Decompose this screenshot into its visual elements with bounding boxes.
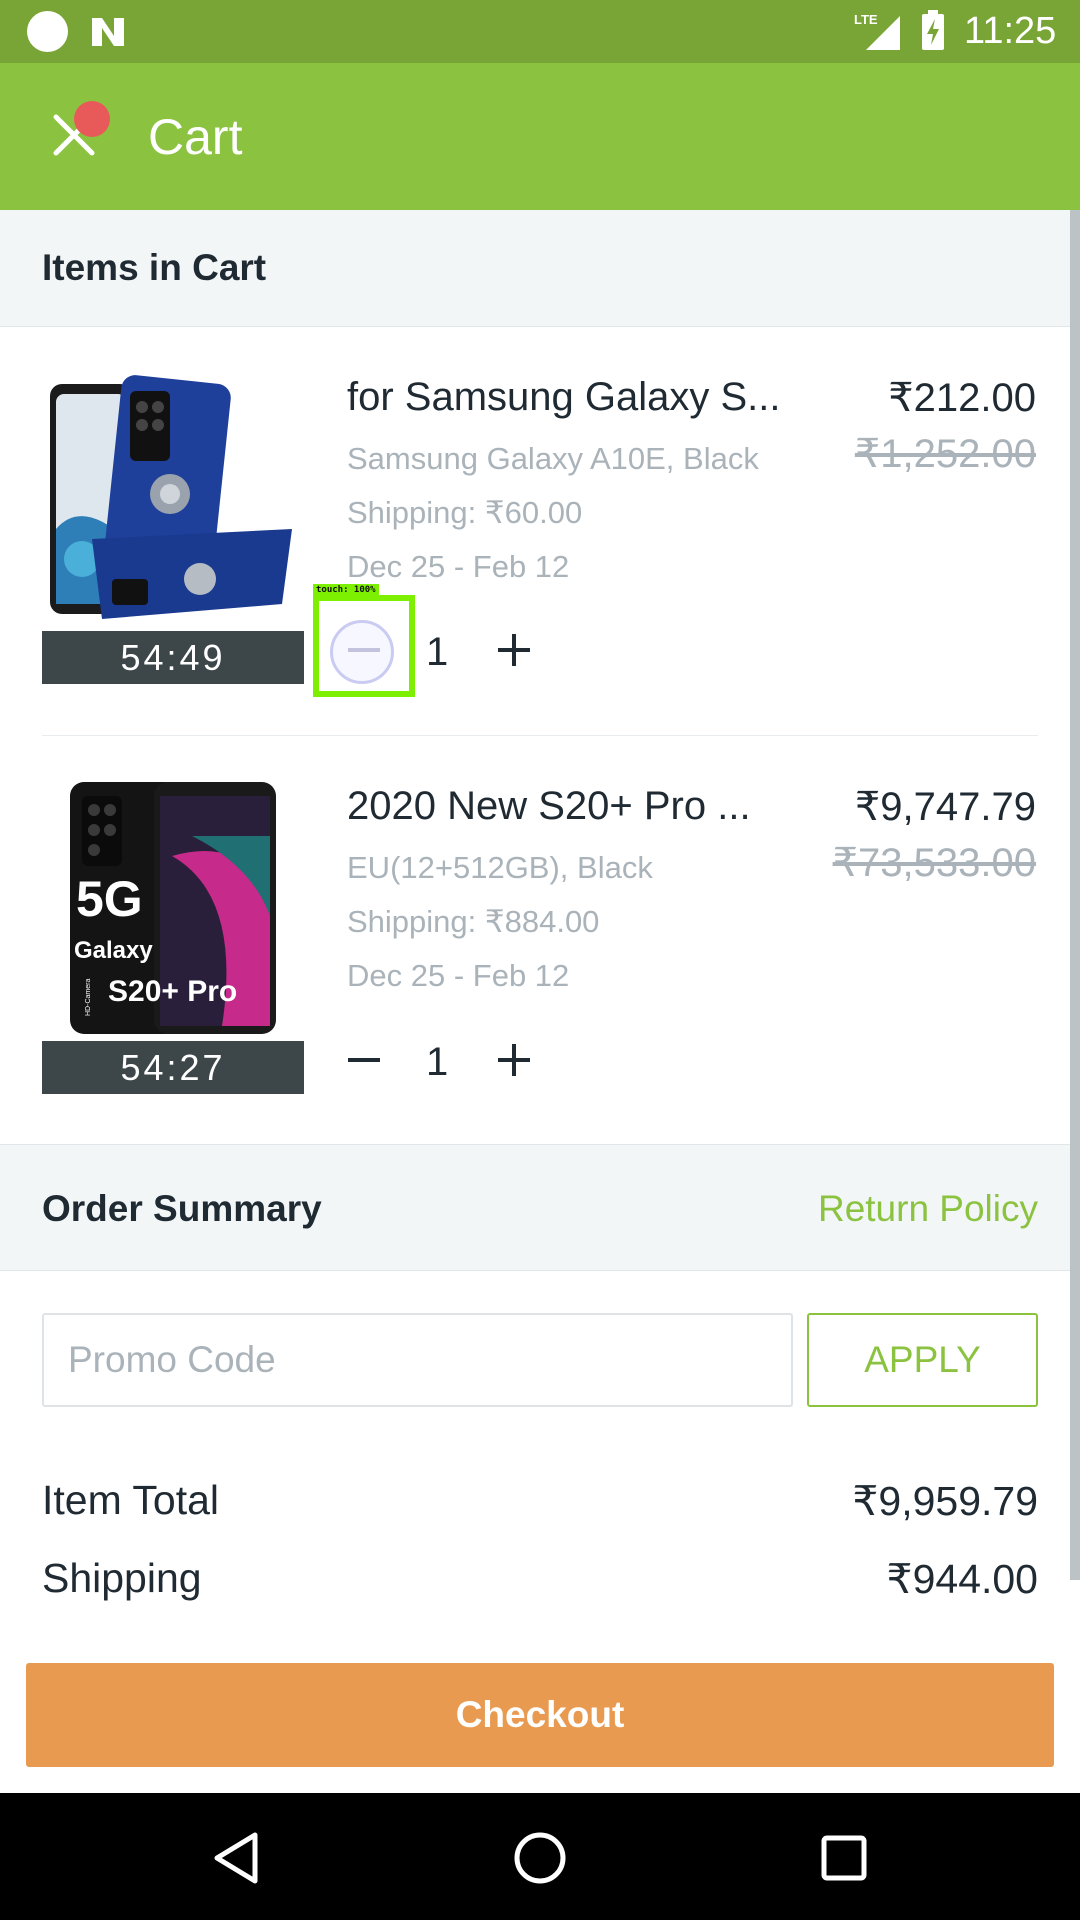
image-text-camera: HD-Camera	[85, 979, 92, 1016]
order-summary-title: Order Summary	[42, 1188, 322, 1229]
navigation-bar	[0, 1793, 1080, 1920]
shipping-total-row: Shipping ₹944.00	[42, 1555, 1038, 1609]
shipping-total-value: ₹944.00	[886, 1556, 1039, 1602]
delivery-dates: Dec 25 - Feb 12	[347, 549, 570, 584]
return-policy-link[interactable]: Return Policy	[818, 1188, 1038, 1230]
product-name[interactable]: for Samsung Galaxy S...	[347, 375, 781, 420]
product-variant: EU(12+512GB), Black	[347, 850, 653, 885]
order-summary-header: Order Summary Return Policy	[0, 1144, 1080, 1271]
apply-promo-button[interactable]: APPLY	[807, 1313, 1038, 1407]
product-shipping: Shipping: ₹884.00	[347, 904, 600, 939]
product-variant: Samsung Galaxy A10E, Black	[347, 441, 759, 476]
n-notification-icon	[92, 18, 124, 46]
product-original-price: ₹73,533.00	[832, 841, 1036, 885]
notification-dot-icon	[27, 11, 68, 52]
product-shipping: Shipping: ₹60.00	[347, 495, 583, 530]
product-image-phone-case[interactable]	[42, 369, 304, 629]
touch-indicator-label: touch: 100%	[313, 584, 379, 596]
product-original-price: ₹1,252.00	[854, 432, 1036, 476]
lte-signal-icon: LTE	[854, 12, 900, 50]
checkout-button[interactable]: Checkout	[26, 1663, 1054, 1767]
deal-timer: 54:49	[42, 631, 304, 684]
product-image-phone[interactable]: 5G Galaxy S20+ Pro HD-Camera	[42, 776, 304, 1036]
deal-timer: 54:27	[42, 1041, 304, 1094]
scrollbar[interactable]	[1070, 210, 1080, 1580]
product-name[interactable]: 2020 New S20+ Pro ...	[347, 784, 751, 829]
quantity-decrease-button[interactable]	[334, 1030, 394, 1090]
cart-item: 5G Galaxy S20+ Pro HD-Camera 54:27 2020 …	[0, 736, 1080, 1144]
product-price: ₹212.00	[888, 376, 1036, 420]
shipping-total-label: Shipping	[42, 1555, 202, 1601]
cart-badge	[74, 101, 110, 137]
delivery-dates: Dec 25 - Feb 12	[347, 958, 570, 993]
recents-button[interactable]	[809, 1823, 879, 1893]
app-bar: Cart	[0, 63, 1080, 210]
touch-indicator-box	[313, 595, 415, 697]
item-total-row: Item Total ₹9,959.79	[42, 1477, 1038, 1531]
items-in-cart-header: Items in Cart	[0, 210, 1080, 327]
back-button[interactable]	[201, 1823, 271, 1893]
status-time: 11:25	[964, 10, 1057, 52]
plus-icon	[498, 1044, 530, 1076]
image-text-galaxy: Galaxy	[74, 937, 153, 964]
svg-text:LTE: LTE	[854, 12, 878, 27]
page-title: Cart	[148, 109, 243, 165]
battery-charging-icon	[922, 10, 944, 50]
cart-item: 54:49 for Samsung Galaxy S... Samsung Ga…	[0, 327, 1080, 735]
image-text-model: S20+ Pro	[108, 975, 237, 1008]
quantity-increase-button[interactable]	[484, 1030, 544, 1090]
plus-icon	[498, 634, 530, 666]
item-total-value: ₹9,959.79	[852, 1478, 1038, 1524]
quantity-increase-button[interactable]	[484, 620, 544, 680]
home-circle-icon	[514, 1832, 566, 1884]
minus-icon	[348, 1058, 380, 1062]
items-in-cart-title: Items in Cart	[42, 247, 267, 288]
status-bar: LTE 11:25	[0, 0, 1080, 63]
recents-square-icon	[821, 1835, 867, 1881]
image-text-5g: 5G	[76, 871, 143, 927]
back-triangle-icon	[214, 1832, 258, 1884]
quantity-value: 1	[426, 1040, 449, 1084]
quantity-value: 1	[426, 630, 449, 674]
promo-code-input[interactable]	[42, 1313, 793, 1407]
item-total-label: Item Total	[42, 1477, 219, 1523]
product-price: ₹9,747.79	[854, 785, 1036, 829]
home-button[interactable]	[505, 1823, 575, 1893]
